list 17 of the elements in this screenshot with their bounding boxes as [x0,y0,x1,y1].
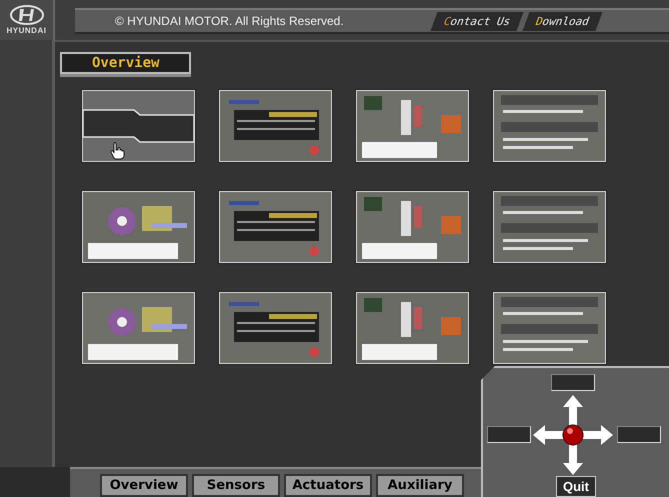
left-slot-button[interactable] [487,426,531,443]
header-link[interactable]: Download [522,12,602,30]
logo-text: HYUNDAI [6,26,46,35]
blank-slide[interactable] [82,90,195,162]
direction-arrows-icon[interactable] [533,395,613,475]
quit-button[interactable]: Quit [556,476,596,497]
section-title: Overview [60,52,192,74]
tab[interactable]: Actuators [284,474,372,497]
hand-cursor-icon [110,142,126,160]
copyright-text: © HYUNDAI MOTOR. All Rights Reserved. [115,14,344,28]
up-slot-button[interactable] [551,374,595,391]
header-link[interactable]: Contact Us [430,12,524,30]
tab[interactable]: Sensors [192,474,280,497]
tab[interactable]: Overview [100,474,188,497]
logo-icon [10,5,44,25]
tab[interactable]: Auxiliary [376,474,464,497]
right-slot-button[interactable] [617,426,661,443]
